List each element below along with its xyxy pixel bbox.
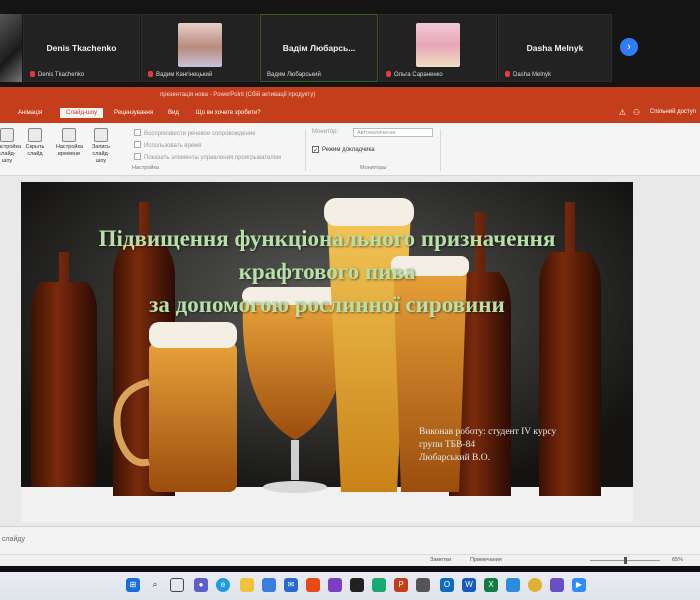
zoom-slider-thumb[interactable] xyxy=(624,557,627,564)
ribbon-separator xyxy=(305,129,306,171)
hide-slide-button[interactable]: Скрыть слайд xyxy=(22,128,48,158)
presenter-view-checkbox[interactable]: ✓ Режим докладчика xyxy=(312,146,375,154)
participant-caption: Denis Tkachenko xyxy=(38,72,85,78)
avatar xyxy=(416,23,460,67)
setup-slideshow-button[interactable]: Настройка слайд-шоу xyxy=(0,128,21,165)
record-slideshow-button[interactable]: Запись слайд-шоу xyxy=(88,128,114,165)
participant-tile[interactable]: Ольга Сараненко xyxy=(379,14,497,82)
participant-tile[interactable]: Dasha Melnyk Dasha Melnyk xyxy=(498,14,612,82)
show-media-controls-checkbox[interactable]: Показать элементы управления проигрывате… xyxy=(134,153,281,161)
participant-name: Dasha Melnyk xyxy=(526,43,584,53)
tab-review[interactable]: Рецензування xyxy=(114,110,153,116)
app-icon[interactable] xyxy=(350,578,364,592)
mic-muted-icon xyxy=(505,71,510,77)
chrome-icon[interactable] xyxy=(528,578,542,592)
app-icon[interactable] xyxy=(306,578,320,592)
tab-animation[interactable]: Анімація xyxy=(18,110,42,116)
ribbon: Настройка слайд-шоу Скрыть слайд Настрой… xyxy=(0,123,700,176)
start-icon[interactable]: ⊞ xyxy=(126,578,140,592)
tell-me-search[interactable]: Що ви хочете зробити? xyxy=(196,110,261,116)
file-explorer-icon[interactable] xyxy=(240,578,254,592)
ribbon-separator xyxy=(440,129,441,171)
comments-button[interactable]: Примечания xyxy=(470,557,502,563)
play-narrations-checkbox[interactable]: Воспроизвести речевое сопровождение xyxy=(134,129,256,137)
app-icon[interactable] xyxy=(506,578,520,592)
group-label-setup: Настройка xyxy=(132,165,160,171)
share-button[interactable]: Спільний доступ xyxy=(650,109,696,115)
notes-placeholder: слайду xyxy=(2,536,25,543)
ribbon-tabs: Анімація Слайд-шоу Рецензування Вид Що в… xyxy=(0,107,700,123)
powerpoint-icon[interactable]: P xyxy=(394,578,408,592)
app-icon[interactable] xyxy=(372,578,386,592)
slide-canvas: Підвищення функціонального призначення к… xyxy=(0,176,700,526)
avatar xyxy=(178,23,222,67)
camera-thumbnail xyxy=(0,14,22,82)
chat-icon[interactable]: ● xyxy=(194,578,208,592)
zoom-app-icon[interactable]: ▶ xyxy=(572,578,586,592)
store-icon[interactable] xyxy=(262,578,276,592)
participant-tile[interactable]: Denis Tkachenko Denis Tkachenko xyxy=(23,14,140,82)
notes-pane[interactable]: слайду xyxy=(0,526,700,555)
participant-caption: Ольга Сараненко xyxy=(394,72,443,78)
window-title: презентація нова - PowerPoint (Сбій акти… xyxy=(160,92,316,98)
next-participants-button[interactable]: › xyxy=(620,38,638,56)
task-view-icon[interactable] xyxy=(170,578,184,592)
setup-icon xyxy=(0,128,14,142)
monitor-select[interactable]: Автоматически xyxy=(353,128,433,137)
edge-icon[interactable]: e xyxy=(216,578,230,592)
record-icon xyxy=(94,128,108,142)
hide-slide-icon xyxy=(28,128,42,142)
participant-caption: Вадим Кангінецький xyxy=(156,72,213,78)
app-icon[interactable] xyxy=(328,578,342,592)
participant-tile[interactable]: Вадим Кангінецький xyxy=(141,14,259,82)
excel-icon[interactable]: X xyxy=(484,578,498,592)
powerpoint-window: презентація нова - PowerPoint (Сбій акти… xyxy=(0,87,700,567)
participant-name: Вадім Любарсь... xyxy=(282,43,356,53)
search-icon[interactable]: ⌕ xyxy=(148,578,162,592)
rehearse-timings-button[interactable]: Настройка времени xyxy=(56,128,83,158)
slide-author-block: Виконав роботу: студент IV курсу групи Т… xyxy=(419,427,557,463)
zoom-level[interactable]: 65% xyxy=(672,557,683,563)
participant-caption: Вадим Любарський xyxy=(267,72,321,78)
stopwatch-icon xyxy=(62,128,76,142)
slide-title: Підвищення функціонального призначення к… xyxy=(98,226,556,317)
mic-muted-icon xyxy=(386,71,391,77)
group-label-monitors: Мониторы xyxy=(360,165,387,171)
title-bar: презентація нова - PowerPoint (Сбій акти… xyxy=(0,87,700,107)
warning-icon[interactable]: ⚠ xyxy=(619,108,626,117)
use-timings-checkbox[interactable]: Использовать время xyxy=(134,141,202,149)
word-icon[interactable]: W xyxy=(462,578,476,592)
mail-icon[interactable]: ✉ xyxy=(284,578,298,592)
participant-strip: Denis Tkachenko Denis Tkachenko Вадим Ка… xyxy=(0,0,700,87)
taskbar: ⊞ ⌕ ● e ✉ P O W X ▶ xyxy=(0,572,700,600)
user-icon: ⚇ xyxy=(632,108,640,117)
participant-caption: Dasha Melnyk xyxy=(513,72,552,78)
app-icon[interactable] xyxy=(550,578,564,592)
mic-muted-icon xyxy=(30,71,35,77)
participant-tile[interactable]: Вадім Любарсь... Вадим Любарський xyxy=(260,14,378,82)
mic-muted-icon xyxy=(148,71,153,77)
tab-slideshow[interactable]: Слайд-шоу xyxy=(60,108,104,118)
app-icon[interactable] xyxy=(416,578,430,592)
slide[interactable]: Підвищення функціонального призначення к… xyxy=(21,182,633,522)
notes-toggle-button[interactable]: Заметки xyxy=(430,557,451,563)
outlook-icon[interactable]: O xyxy=(440,578,454,592)
participant-name: Denis Tkachenko xyxy=(46,43,117,53)
tab-view[interactable]: Вид xyxy=(168,110,179,116)
monitor-label: Монитор: xyxy=(312,129,339,135)
